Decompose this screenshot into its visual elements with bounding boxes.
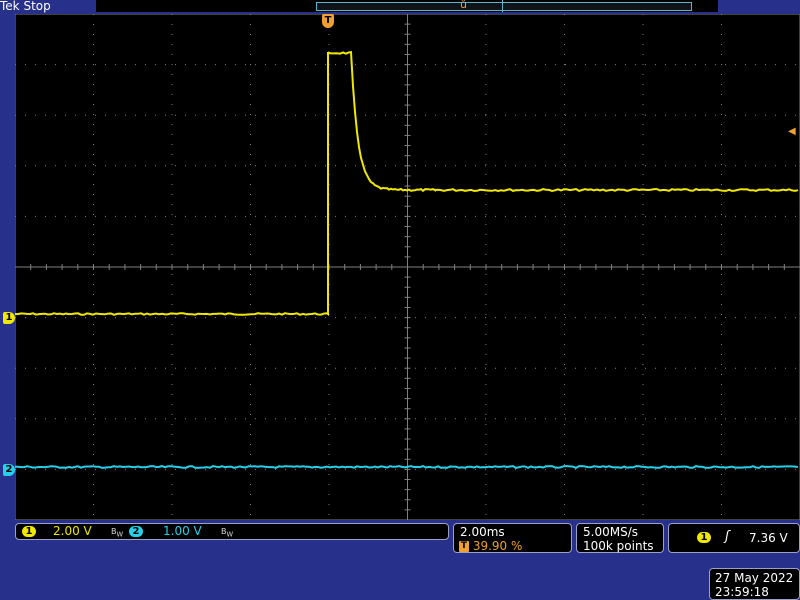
trigger-position-marker[interactable]: T [322, 14, 334, 28]
graticule-grid [15, 14, 800, 520]
ch2-scale: 1.00 V [163, 524, 202, 538]
channel-readout-panel[interactable]: 1 2.00 V BW 2 1.00 V BW [15, 523, 449, 540]
rising-edge-icon: ʃ [725, 529, 730, 544]
trigger-source-badge: 1 [697, 532, 711, 543]
record-view-bar[interactable]: ů [96, 0, 718, 12]
ch2-ground-marker[interactable]: 2 [3, 464, 15, 476]
trigger-position-readout: T 39.90 % [459, 539, 523, 553]
trigger-position-icon: T [459, 541, 469, 552]
timebase-panel[interactable]: 2.00ms T 39.90 % [453, 523, 572, 553]
record-length: 100k points [583, 539, 654, 553]
waveform-display[interactable] [15, 14, 800, 520]
ch1-waveform [15, 51, 799, 317]
acquisition-panel[interactable]: 5.00MS/s 100k points [576, 523, 664, 553]
datetime-panel: 27 May 2022 23:59:18 [709, 568, 800, 600]
trigger-level: 7.36 V [749, 531, 788, 545]
bw-limit-icon: BW [221, 527, 234, 539]
ch2-waveform [15, 465, 799, 470]
record-center-line [502, 0, 503, 12]
time-readout: 23:59:18 [715, 585, 769, 599]
top-status-bar: Tek Stop ů [0, 0, 800, 14]
record-view-window[interactable] [316, 2, 692, 11]
timebase-scale: 2.00ms [460, 525, 505, 539]
trigger-panel[interactable]: 1 ʃ 7.36 V [668, 523, 800, 553]
ch1-scale: 2.00 V [53, 524, 92, 538]
ch1-badge[interactable]: 1 [22, 526, 36, 537]
acquisition-status: Tek Stop [0, 0, 51, 13]
bw-limit-icon: BW [111, 527, 124, 539]
ch2-badge[interactable]: 2 [129, 526, 143, 537]
ch1-ground-marker[interactable]: 1 [3, 312, 15, 324]
arrow-left-icon[interactable]: ◀ [788, 126, 796, 137]
sample-rate: 5.00MS/s [583, 525, 638, 539]
date-readout: 27 May 2022 [715, 571, 794, 585]
record-trigger-icon: ů [460, 0, 467, 11]
waveform-graticule [15, 14, 800, 520]
